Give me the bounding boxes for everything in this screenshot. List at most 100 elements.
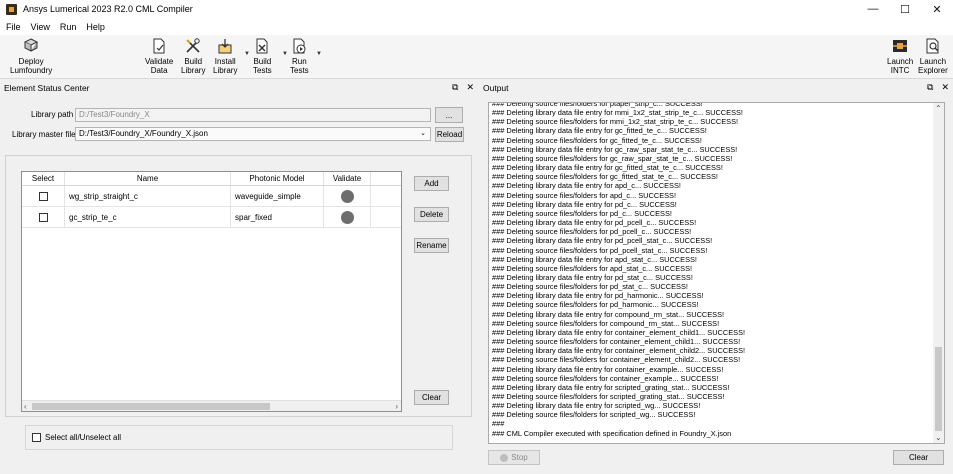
browse-button[interactable]: ...: [435, 107, 463, 123]
log-line: ### Deleting library data file entry for…: [492, 236, 713, 246]
element-model: spar_fixed: [231, 207, 324, 227]
scroll-thumb[interactable]: [935, 347, 942, 431]
validate-status-icon[interactable]: [340, 210, 354, 224]
deploy-icon: [24, 38, 39, 52]
delete-button[interactable]: Delete: [414, 207, 449, 222]
validate-doc-icon: [153, 38, 165, 54]
log-line: ### Deleting library data file entry for…: [492, 144, 738, 154]
rename-button[interactable]: Rename: [414, 238, 449, 253]
log-line: ### Deleting library data file entry for…: [492, 163, 723, 173]
select-all-checkbox[interactable]: [32, 433, 41, 442]
menu-file[interactable]: File: [6, 22, 21, 32]
log-line: ### Deleting library data file entry for…: [492, 327, 746, 337]
log-line: ### Deleting source files/folders for co…: [492, 355, 741, 365]
window-controls: — ☐ ✕: [857, 0, 953, 18]
intc-icon: [893, 40, 908, 52]
scroll-down-icon[interactable]: ⌄: [935, 433, 942, 442]
element-table-group: Select Name Photonic Model Validate wg_s…: [5, 155, 472, 417]
row-select-checkbox[interactable]: [38, 191, 48, 201]
log-line: ### Deleting library data file entry for…: [492, 309, 725, 319]
element-panel-title: Element Status Center: [4, 82, 90, 93]
table-row[interactable]: gc_strip_te_c spar_fixed: [22, 207, 401, 228]
maximize-button[interactable]: ☐: [889, 0, 921, 18]
log-line: ### Deleting library data file entry for…: [492, 181, 681, 191]
log-line: ### Deleting source files/folders for sc…: [492, 392, 725, 401]
header-photonic-model[interactable]: Photonic Model: [231, 172, 324, 185]
scroll-up-icon[interactable]: ⌃: [935, 104, 942, 113]
run-tests-icon: [293, 38, 306, 54]
header-select[interactable]: Select: [22, 172, 65, 185]
log-line: ### Deleting library data file entry for…: [492, 126, 707, 136]
master-file-select[interactable]: D:/Test3/Foundry_X/Foundry_X.json ⌄: [75, 127, 431, 141]
master-file-label: Library master file: [12, 130, 76, 139]
output-log[interactable]: ### Deleting source files/folders for pt…: [488, 102, 945, 444]
log-line: ### Deleting source files/folders for gc…: [492, 135, 702, 145]
scroll-left-icon[interactable]: ‹: [24, 401, 27, 411]
log-line: ### Deleting source files/folders for mm…: [492, 117, 739, 127]
build-tests-dropdown-icon[interactable]: ▼: [282, 51, 288, 57]
scroll-thumb[interactable]: [32, 403, 270, 410]
log-line: ### Deleting library data file entry for…: [492, 382, 730, 392]
stop-button[interactable]: Stop: [488, 450, 540, 465]
menu-help[interactable]: Help: [86, 22, 105, 32]
library-path-field[interactable]: D:/Test3/Foundry_X: [75, 108, 431, 122]
close-panel-icon[interactable]: ✕: [941, 82, 949, 93]
element-status-panel: Element Status Center ⧉ ✕ Library path D…: [0, 80, 478, 474]
table-row[interactable]: wg_strip_straight_c waveguide_simple: [22, 186, 401, 207]
log-line: ### Deleting library data file entry for…: [492, 199, 677, 209]
stop-icon: [500, 453, 509, 462]
select-all-label[interactable]: Select all/Unselect all: [45, 433, 121, 442]
validate-status-icon[interactable]: [340, 189, 354, 203]
close-button[interactable]: ✕: [921, 0, 953, 18]
log-line: ### Deleting library data file entry for…: [492, 291, 704, 301]
log-line: ### Deleting source files/folders for ap…: [492, 263, 693, 273]
element-name: wg_strip_straight_c: [65, 186, 231, 206]
install-library-dropdown-icon[interactable]: ▼: [244, 51, 250, 57]
run-tests-dropdown-icon[interactable]: ▼: [316, 51, 322, 57]
header-validate[interactable]: Validate: [324, 172, 371, 185]
minimize-button[interactable]: —: [857, 0, 889, 18]
log-line: ### Deleting source files/folders for gc…: [492, 153, 733, 163]
log-line: ### Deleting library data file entry for…: [492, 364, 724, 374]
horizontal-scrollbar[interactable]: ‹ ›: [22, 400, 401, 411]
log-line: ### Deleting library data file entry for…: [492, 254, 697, 264]
log-line: ###: [492, 419, 505, 429]
scroll-right-icon[interactable]: ›: [395, 401, 398, 411]
log-line: ### Deleting library data file entry for…: [492, 272, 693, 282]
build-tests-icon: [256, 38, 268, 54]
clear-elements-button[interactable]: Clear: [414, 390, 449, 405]
element-panel-header: Element Status Center ⧉ ✕: [0, 80, 478, 95]
run-tests-button[interactable]: Run Tests: [290, 37, 309, 75]
install-library-button[interactable]: Install Library: [213, 37, 237, 75]
log-line: ### Deleting source files/folders for pd…: [492, 245, 708, 255]
deploy-lumfoundry-button[interactable]: Deploy Lumfoundry: [10, 37, 52, 75]
toolbar: Deploy Lumfoundry Validate Data Build Li…: [0, 35, 953, 79]
build-library-button[interactable]: Build Library: [181, 37, 205, 75]
build-tests-button[interactable]: Build Tests: [253, 37, 272, 75]
row-select-checkbox[interactable]: [38, 212, 48, 222]
menu-view[interactable]: View: [31, 22, 50, 32]
window-title: Ansys Lumerical 2023 R2.0 CML Compiler: [23, 4, 193, 14]
validate-data-button[interactable]: Validate Data: [145, 37, 173, 75]
clear-output-button[interactable]: Clear: [893, 450, 944, 465]
log-line: ### Deleting library data file entry for…: [492, 108, 743, 118]
add-button[interactable]: Add: [414, 176, 449, 191]
menu-run[interactable]: Run: [60, 22, 77, 32]
build-tools-icon: [186, 38, 200, 53]
log-line: ### Deleting source files/folders for pd…: [492, 208, 672, 218]
log-line: ### Deleting source files/folders for pd…: [492, 300, 699, 310]
header-name[interactable]: Name: [65, 172, 231, 185]
menu-bar: File View Run Help: [0, 18, 953, 35]
reload-button[interactable]: Reload: [435, 127, 464, 142]
chevron-down-icon: ⌄: [420, 130, 426, 137]
float-panel-icon[interactable]: ⧉: [452, 82, 458, 93]
app-logo-icon: [6, 3, 17, 15]
output-panel-header: Output ⧉ ✕: [480, 80, 953, 95]
close-panel-icon[interactable]: ✕: [466, 82, 474, 93]
log-line: ### Deleting source files/folders for pd…: [492, 227, 692, 237]
launch-explorer-button[interactable]: Launch Explorer: [918, 37, 948, 75]
log-line: ### Deleting source files/folders for co…: [492, 337, 741, 347]
launch-intc-button[interactable]: Launch INTC: [887, 37, 913, 75]
vertical-scrollbar[interactable]: ⌃ ⌄: [933, 103, 944, 443]
float-panel-icon[interactable]: ⧉: [927, 82, 933, 93]
